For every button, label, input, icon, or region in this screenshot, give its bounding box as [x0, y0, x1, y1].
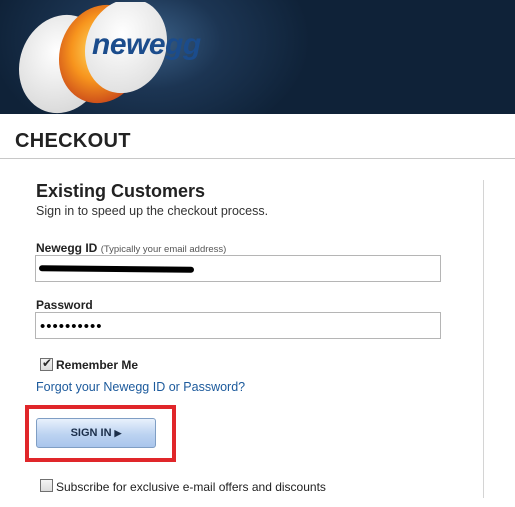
remember-me-label: Remember Me [56, 358, 139, 372]
newegg-id-hint: (Typically your email address) [100, 244, 227, 255]
password-label: Password [36, 298, 93, 312]
subscribe-label: Subscribe for exclusive e-mail offers an… [56, 480, 326, 494]
section-subtitle: Sign in to speed up the checkout process… [36, 204, 269, 218]
redacted-email-scribble [38, 265, 195, 273]
checkmark-icon: ✔ [42, 356, 53, 370]
header-banner: newegg [0, 0, 515, 114]
play-arrow-icon: ▶ [114, 427, 122, 438]
password-field[interactable]: •••••••••• [35, 312, 441, 339]
logo-wordmark: newegg [92, 28, 201, 61]
panel-divider [483, 180, 484, 498]
page-title: CHECKOUT [15, 130, 131, 152]
subscribe-checkbox[interactable] [40, 479, 53, 492]
newegg-id-field[interactable] [35, 255, 441, 282]
newegg-id-label-text: Newegg ID [36, 241, 98, 255]
remember-me-checkbox[interactable]: ✔ [40, 356, 53, 371]
title-divider [0, 158, 515, 159]
sign-in-button[interactable]: SIGN IN ▶ [36, 418, 156, 448]
section-title: Existing Customers [36, 181, 206, 201]
sign-in-label: SIGN IN [70, 427, 112, 439]
password-value: •••••••••• [40, 318, 103, 335]
newegg-logo[interactable]: newegg [14, 0, 214, 114]
newegg-id-label: Newegg ID (Typically your email address) [36, 241, 226, 255]
forgot-id-password-link[interactable]: Forgot your Newegg ID or Password? [36, 380, 245, 394]
